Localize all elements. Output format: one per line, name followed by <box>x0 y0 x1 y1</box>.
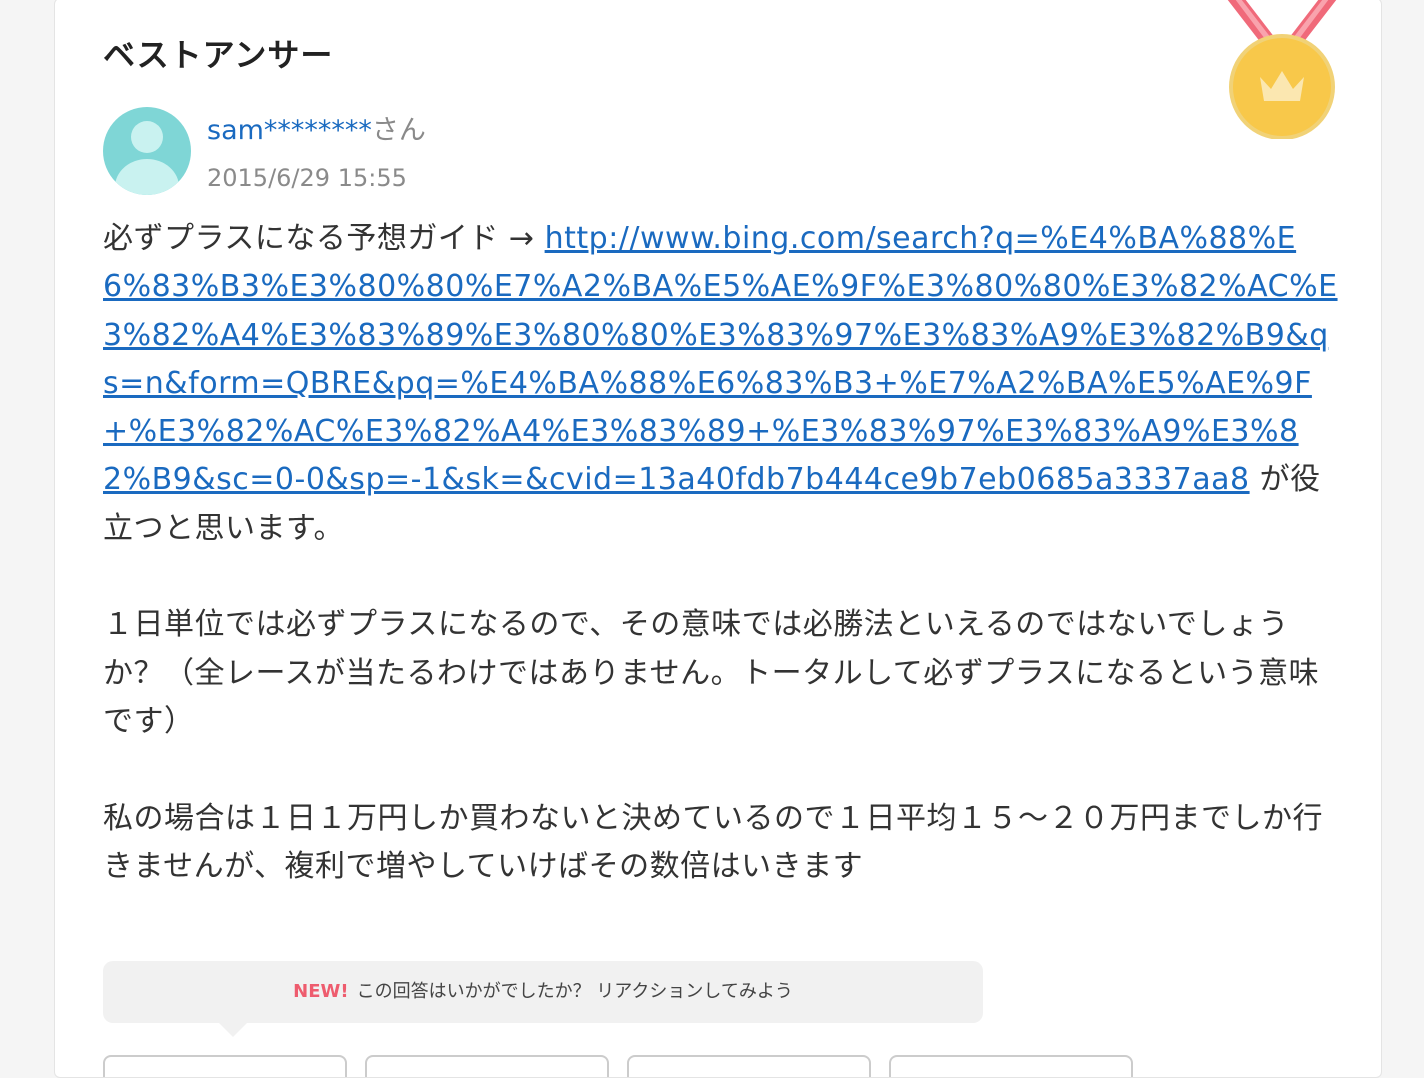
answer-body: 必ずプラスになる予想ガイド → http://www.bing.com/sear… <box>103 215 1343 891</box>
reaction-button[interactable] <box>627 1055 871 1077</box>
author-line: sam********さん <box>207 111 426 151</box>
new-badge: NEW! <box>293 981 349 1002</box>
reaction-prompt: NEW! この回答はいかがでしたか？ リアクションしてみよう <box>103 961 983 1037</box>
guide-link[interactable]: http://www.bing.com/search?q=%E4%BA%88%E… <box>103 221 1338 497</box>
reaction-button[interactable] <box>103 1055 347 1077</box>
honorific-suffix: さん <box>371 115 426 146</box>
answer-paragraph-2: １日単位では必ずプラスになるので、その意味では必勝法といえるのではないでしょうか… <box>103 607 1320 739</box>
best-answer-card: ベストアンサー sam********さん 2015/6/29 15:55 必ず… <box>54 0 1382 1078</box>
answer-paragraph-3: 私の場合は１日１万円しか買わないと決めているので１日平均１５～２０万円までしか行… <box>103 800 1323 884</box>
answer-author: sam********さん 2015/6/29 15:55 <box>103 107 603 197</box>
answer-paragraph-1: 必ずプラスになる予想ガイド → http://www.bing.com/sear… <box>103 215 1343 553</box>
reaction-button[interactable] <box>365 1055 609 1077</box>
crown-medal-icon <box>1227 0 1337 139</box>
best-answer-heading: ベストアンサー <box>103 36 334 74</box>
author-name-link[interactable]: sam******** <box>207 115 372 146</box>
answer-intro-text: 必ずプラスになる予想ガイド → <box>103 221 545 256</box>
answer-date: 2015/6/29 15:55 <box>207 164 407 192</box>
speech-bubble-tail <box>219 1023 247 1037</box>
reaction-button[interactable] <box>889 1055 1133 1077</box>
reaction-prompt-text: この回答はいかがでしたか？ リアクションしてみよう <box>356 981 793 1002</box>
default-user-avatar-icon[interactable] <box>103 107 191 195</box>
